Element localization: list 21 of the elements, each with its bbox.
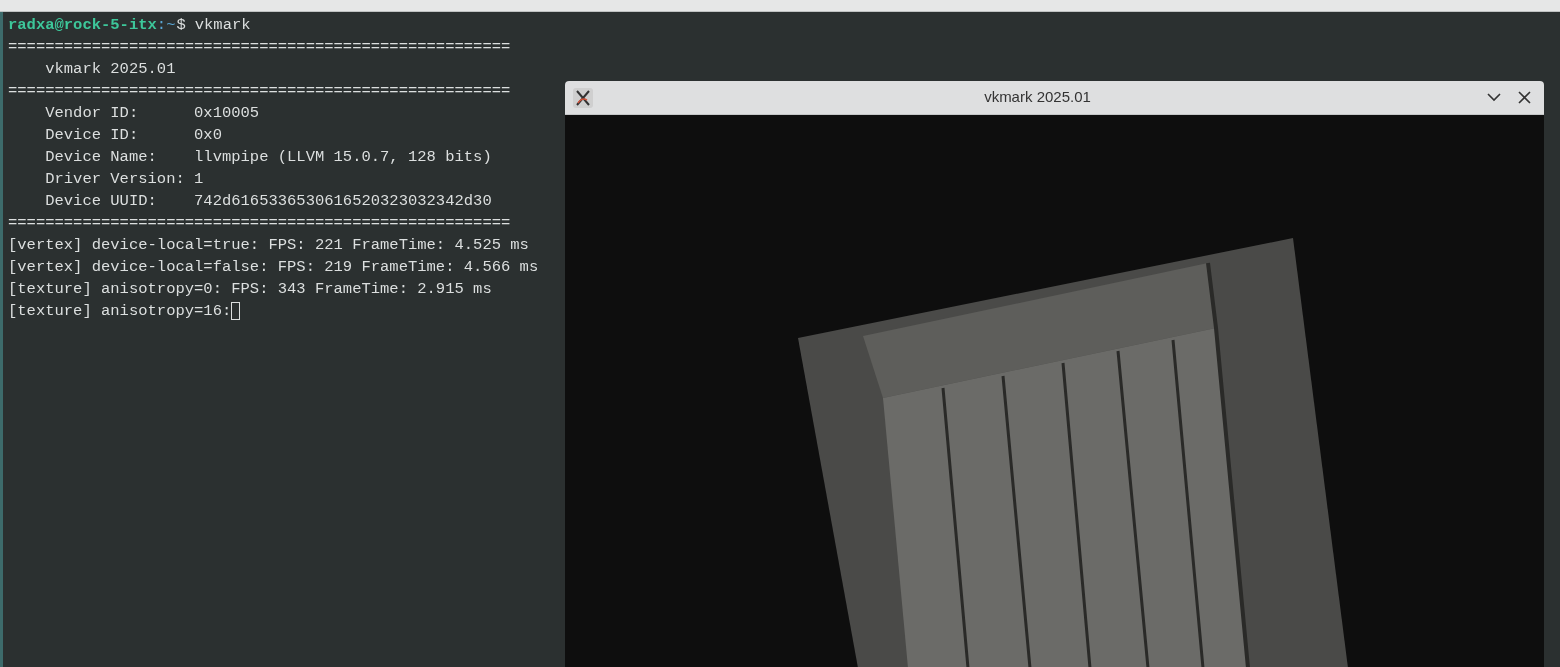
output-line: [texture] anisotropy=0: FPS: 343 FrameTime: 2.915 ms: [8, 279, 492, 300]
close-icon: [1517, 91, 1531, 104]
prompt-path: :~: [156, 15, 176, 36]
output-line: [vertex] device-local=false: FPS: 219 FrameTime: 4.566 ms: [8, 257, 539, 278]
output-line: ======================================================: [8, 37, 511, 58]
output-line: Device UUID: 742d6165336530616520323032342d30: [44, 191, 492, 212]
output-line: [vertex] device-local=true: FPS: 221 FrameTime: 4.525 ms: [8, 235, 529, 256]
output-line: ======================================================: [8, 81, 511, 102]
output-line: Device ID: 0x0: [44, 125, 222, 146]
output-line: [texture] anisotropy=16:: [8, 301, 232, 322]
command-text: vkmark: [194, 15, 251, 36]
output-line: ======================================================: [8, 213, 511, 234]
prompt-user-host: radxa@rock-5-itx: [8, 15, 157, 36]
output-line: Vendor ID: 0x10005: [44, 103, 260, 124]
output-line: Driver Version: 1: [44, 169, 204, 190]
output-line: vkmark 2025.01: [44, 59, 176, 80]
window-title: vkmark 2025.01: [983, 87, 1092, 108]
app-logo-icon: [573, 87, 593, 108]
output-line: Device Name: llvmpipe (LLVM 15.0.7, 128 bits): [44, 147, 492, 168]
chevron-down-icon: [1487, 93, 1501, 102]
prompt-sign: $: [176, 15, 186, 36]
